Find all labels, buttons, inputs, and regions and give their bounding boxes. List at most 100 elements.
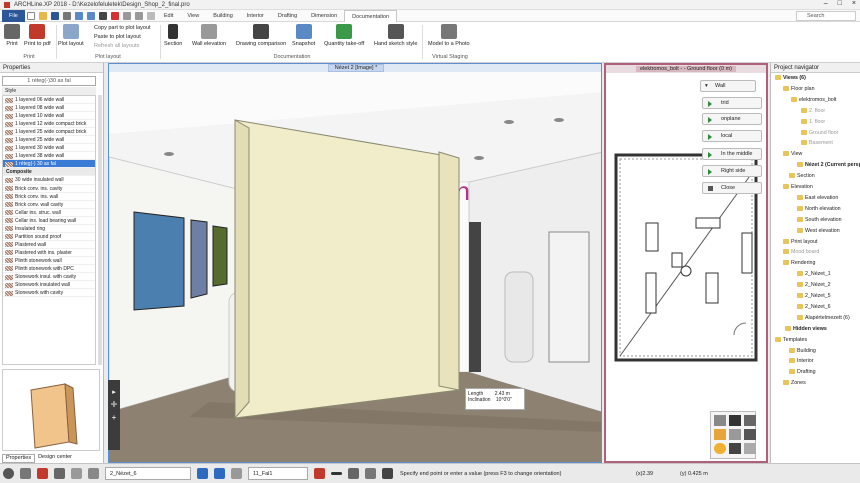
navigator-item[interactable]: South elevation [797,216,842,223]
navigator-item[interactable]: Basement [801,140,833,146]
grid-icon[interactable] [122,11,131,20]
search-input[interactable]: Search [796,11,856,21]
wall-style-item[interactable]: Plinth stonework wall [3,257,95,265]
ctx-close[interactable]: Close [702,182,762,194]
settings-icon[interactable] [3,468,14,479]
wall-style-item[interactable]: Stonework insulated wall [3,281,95,290]
paste-plot-button[interactable]: Paste to plot layout [94,34,141,40]
eraser-icon[interactable] [314,468,325,479]
wall-style-item[interactable]: Cellar ins. struc. wall [3,209,95,217]
tab-file[interactable]: File [2,9,25,22]
tab-documentation[interactable]: Documentation [344,9,398,22]
up-icon[interactable] [197,468,208,479]
viewport-navbar[interactable]: ▸ ✛ + [108,380,120,450]
walk-icon[interactable] [729,415,741,426]
magnet-icon[interactable] [37,468,48,479]
ortho-icon[interactable] [54,468,65,479]
copy-part-button[interactable]: Copy part to plot layout [94,25,151,31]
navigator-item[interactable]: East elevation [797,194,838,201]
quantity-takeoff-button[interactable]: Quantity take-off [324,24,364,47]
view-combo[interactable]: 2_Nézet_6 [105,467,191,480]
down-icon[interactable] [214,468,225,479]
tab-view[interactable]: View [180,10,206,22]
refresh-layouts-button[interactable]: Refresh all layouts [94,43,139,49]
wall-style-item[interactable]: Plinth stonework with DPC [3,265,95,274]
line-style-icon[interactable] [331,472,342,475]
eye-icon[interactable] [729,443,741,454]
tab-design-center[interactable]: Design center [35,454,75,463]
drawing-comparison-button[interactable]: Drawing comparison [236,24,286,47]
wall-style-item[interactable]: 1 layered 30 wide wall [3,144,95,153]
wall-style-item[interactable]: 1 réteg(-) 30 as fal [3,160,95,169]
navigator-item[interactable]: Hidden views [785,325,827,332]
tab-drafting[interactable]: Drafting [271,10,304,22]
text-icon[interactable] [146,11,155,20]
scrollbar[interactable] [98,95,102,365]
wall-style-item[interactable]: 1 layered 12 wide compact brick [3,120,95,129]
wall-style-item[interactable]: 1 layered 38 wide wall [3,152,95,161]
navigator-item[interactable]: 2_Nézet_5 [797,293,831,299]
wall-style-item[interactable]: 1 layered 08 wide wall [3,104,95,113]
section-button[interactable]: Section [164,24,182,47]
wall-style-item[interactable]: Plastered with ins. plaster [3,249,95,257]
print-icon[interactable] [62,11,71,20]
zoom-in-icon[interactable]: + [108,413,120,422]
layer-combo[interactable]: 11_Fal1 [248,467,308,480]
3d-viewport[interactable]: Nézet 2 [Image] * gn Le [108,63,602,463]
tab-building[interactable]: Building [206,10,240,22]
wall-style-item[interactable]: Insulated ring [3,225,95,233]
wall-style-item[interactable]: 1 layered 10 wide wall [3,112,95,121]
wall-elevation-button[interactable]: Wall elevation [192,24,226,47]
navigator-item[interactable]: Drafting [789,369,816,375]
tab-edit[interactable]: Edit [157,10,180,22]
wall-style-item[interactable]: Brick conv. ins. cavity [3,185,95,193]
plot-layout-button[interactable]: Plot layout [58,24,84,47]
wall-style-item[interactable]: 1 layered 25 wide compact brick [3,128,95,137]
refresh-icon[interactable] [88,468,99,479]
navigator-item[interactable]: North elevation [797,205,841,212]
select-icon[interactable] [714,415,726,426]
floorplan-view[interactable]: elektromos_bolt - - Ground floor (0 m) ▾… [604,63,768,463]
tab-interior[interactable]: Interior [240,10,271,22]
print-button[interactable]: Print [4,24,20,47]
wall-style-item[interactable]: 1 layered 06 wide wall [3,96,95,105]
navigator-item[interactable]: 2_Nézet_2 [797,282,831,288]
redo-icon[interactable] [86,11,95,20]
delete-icon[interactable] [110,11,119,20]
wall-style-item[interactable]: Cellar ins. load bearing wall [3,217,95,225]
navigator-item[interactable]: Interior [789,358,814,364]
ctx-trid[interactable]: trid [702,97,762,109]
ctx-right-side[interactable]: Right side [702,165,762,177]
navigator-item[interactable]: Section [789,173,815,179]
cursor-icon[interactable] [71,468,82,479]
navigator-item[interactable]: Ground floor [801,129,838,136]
navigator-item[interactable]: 1. floor [801,118,825,125]
wall-style-item[interactable]: Brick conv. wall cavity [3,201,95,209]
floorplan-title[interactable]: elektromos_bolt - - Ground floor (0 m) [635,66,736,72]
wall-style-item[interactable]: Plastered wall [3,241,95,249]
navigator-item[interactable]: Print layout [783,238,818,245]
minimize-icon[interactable]: – [824,0,828,7]
navigator-item[interactable]: Templates [775,336,807,343]
navigator-item[interactable]: Rendering [783,260,815,266]
tab-properties[interactable]: Properties [2,454,36,463]
undo-icon[interactable] [74,11,83,20]
style-selector[interactable]: 1 réteg(-)30 as fal [2,76,96,86]
arrow-right-icon[interactable]: ▸ [108,388,120,396]
open-icon[interactable] [38,11,47,20]
navigator-item[interactable]: Floor plan [783,85,815,92]
close-icon[interactable]: × [852,0,856,7]
tab-dimension[interactable]: Dimension [304,10,344,22]
navigator-item[interactable]: 2. floor [801,107,825,114]
pen-icon[interactable] [365,468,376,479]
zoom-icon[interactable] [744,415,756,426]
layers-icon[interactable] [134,11,143,20]
ctx-onplane[interactable]: onplane [702,113,762,125]
navigator-item[interactable]: View [783,151,802,157]
snapshot-button[interactable]: Snapshot [292,24,315,47]
navigator-item[interactable]: Mood board [783,249,819,255]
move-icon[interactable] [744,429,756,440]
wall-style-item[interactable]: 30 wide insulated wall [3,176,95,185]
navigator-item[interactable]: Zones [783,380,806,386]
view-navigation-cube[interactable] [710,411,756,459]
